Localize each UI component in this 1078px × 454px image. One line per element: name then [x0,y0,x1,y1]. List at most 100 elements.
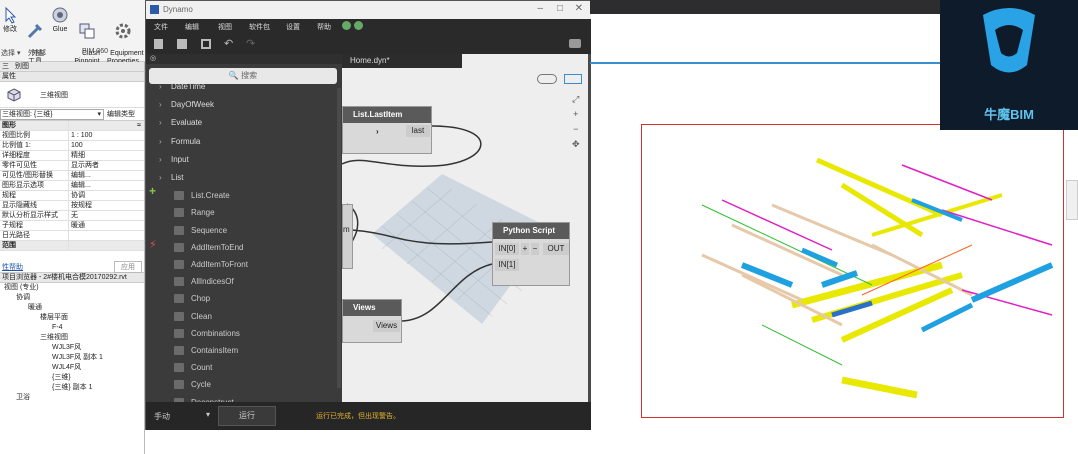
library-category[interactable]: › List [146,169,342,187]
output-port-out[interactable]: OUT [543,243,569,255]
tab-3d[interactable]: 三 [2,62,9,71]
library-node-item[interactable]: List.Create [146,187,342,204]
tab-views[interactable]: 别图 [15,62,29,71]
tree-item[interactable]: 视图 (专业) [0,283,144,293]
tree-item[interactable]: 楼层平面 [0,313,144,323]
property-value[interactable]: 显示两者 [68,161,144,170]
library-node-item[interactable]: Clean [146,308,342,325]
library-node-item[interactable]: Chop [146,290,342,307]
property-row[interactable]: 规程 协调 [0,191,144,201]
help-link[interactable]: 性帮助 [2,262,23,272]
run-button[interactable]: 运行 [218,406,276,426]
node-partial-left[interactable]: m [342,204,353,269]
section-graphics[interactable]: 图形 ≈ [0,121,144,131]
property-row[interactable]: 详细程度 精细 [0,151,144,161]
output-port-m[interactable]: m [343,225,350,234]
property-value[interactable]: 1 : 100 [68,131,144,140]
library-category[interactable]: › Evaluate [146,114,342,132]
property-value[interactable]: 暖通 [68,221,144,230]
tree-item[interactable]: {三维} 副本 1 [0,383,144,393]
undo-icon[interactable]: ↶ [224,37,233,50]
geometry-view-toggle[interactable] [537,74,557,84]
library-node-item[interactable]: Range [146,204,342,221]
new-file-icon[interactable] [154,39,163,49]
close-icon[interactable]: ✕ [575,3,583,14]
library-category[interactable]: › Formula [146,133,342,151]
input-port-in1[interactable]: IN[1] [495,259,519,271]
tree-item[interactable]: 卫浴 [0,393,144,403]
property-row[interactable]: 图形显示选项 编辑... [0,181,144,191]
property-value[interactable]: 无 [68,211,144,220]
property-row[interactable]: 显示隐藏线 按规程 [0,201,144,211]
type-selector[interactable]: 三维视图: {三维} ▾ [0,108,104,120]
menu-packages[interactable]: 软件包 [249,22,270,32]
remove-port-button[interactable]: − [531,243,539,255]
apply-button[interactable]: 应用 [114,260,142,273]
graph-view-toggle[interactable] [564,74,582,84]
add-port-button[interactable]: + [521,243,529,255]
property-value[interactable]: 按规程 [68,201,144,210]
tree-item[interactable]: WJL4F风 [0,363,144,373]
menu-help[interactable]: 帮助 [317,22,331,32]
camera-icon[interactable] [569,39,581,48]
zoom-in-icon[interactable]: + [572,107,580,122]
library-category[interactable]: › DayOfWeek [146,96,342,114]
save-icon[interactable] [201,39,211,49]
edit-type-button[interactable]: 编辑类型 [107,109,135,119]
library-node-item[interactable]: Sequence [146,222,342,239]
property-value[interactable]: 100 [68,141,144,150]
library-node-item[interactable]: Cycle [146,376,342,393]
library-node-item[interactable]: Combinations [146,325,342,342]
tree-item[interactable]: WJL3F风 副本 1 [0,353,144,363]
menu-view[interactable]: 视图 [218,22,232,32]
tab-home-dyn[interactable]: Home.dyn* [342,54,462,68]
library-node-item[interactable]: AddItemToEnd [146,239,342,256]
run-mode-select[interactable]: 手动 [154,411,170,422]
menu-edit[interactable]: 编辑 [185,22,199,32]
library-scrollbar[interactable] [337,88,341,388]
minimize-icon[interactable]: – [537,3,543,14]
property-value[interactable]: 协调 [68,191,144,200]
panel-select[interactable]: 选择 ▾ [1,48,20,58]
fit-view-icon[interactable]: ⤢ [572,92,580,107]
property-row[interactable]: 可见性/图形替换 编辑... [0,171,144,181]
tree-item[interactable]: 暖通 [0,303,144,313]
output-port-last[interactable]: last [406,125,430,137]
pan-icon[interactable]: ✥ [572,137,580,152]
section-extents[interactable]: 范围 [0,241,144,251]
menu-file[interactable]: 文件 [154,22,168,32]
graph-canvas[interactable]: ⤢ + − ✥ List.LastItem › last m Python Sc… [342,54,588,402]
menu-settings[interactable]: 设置 [286,22,300,32]
property-value[interactable] [68,231,144,240]
library-node-item[interactable]: Count [146,359,342,376]
library-node-item[interactable]: AllIndicesOf [146,273,342,290]
tree-item[interactable]: 三维视图 [0,333,144,343]
modify-button[interactable]: 修改 [1,6,19,34]
property-row[interactable]: 子规程 暖通 [0,221,144,231]
tree-item[interactable]: F-4 [0,323,144,333]
library-node-item[interactable]: ContainsItem [146,342,342,359]
library-node-item[interactable]: AddItemToFront [146,256,342,273]
input-port-in0[interactable]: IN[0] [495,243,519,255]
open-file-icon[interactable] [177,39,187,49]
tree-item[interactable]: {三维} [0,373,144,383]
zoom-out-icon[interactable]: − [572,122,580,137]
maximize-icon[interactable]: □ [557,3,563,14]
property-value[interactable]: 编辑... [68,171,144,180]
property-row[interactable]: 默认分析显示样式 无 [0,211,144,221]
property-row[interactable]: 视图比例 1 : 100 [0,131,144,141]
library-category[interactable]: › Input [146,151,342,169]
node-views[interactable]: Views Views [342,299,402,343]
output-port-views[interactable]: Views [373,320,400,332]
tree-item[interactable]: 协调 [0,293,144,303]
node-python-script[interactable]: Python Script IN[0] + − OUT IN[1] [492,222,570,286]
library-category[interactable]: › DateTime [146,78,342,96]
canvas-scrollbar[interactable] [588,54,591,402]
property-row[interactable]: 零件可见性 显示两者 [0,161,144,171]
tree-item[interactable]: WJL3F风 [0,343,144,353]
property-row[interactable]: 比例值 1: 100 [0,141,144,151]
property-row[interactable]: 日光路径 [0,231,144,241]
node-list-lastitem[interactable]: List.LastItem › last [342,106,432,154]
property-value[interactable]: 精细 [68,151,144,160]
redo-icon[interactable]: ↷ [246,37,255,50]
